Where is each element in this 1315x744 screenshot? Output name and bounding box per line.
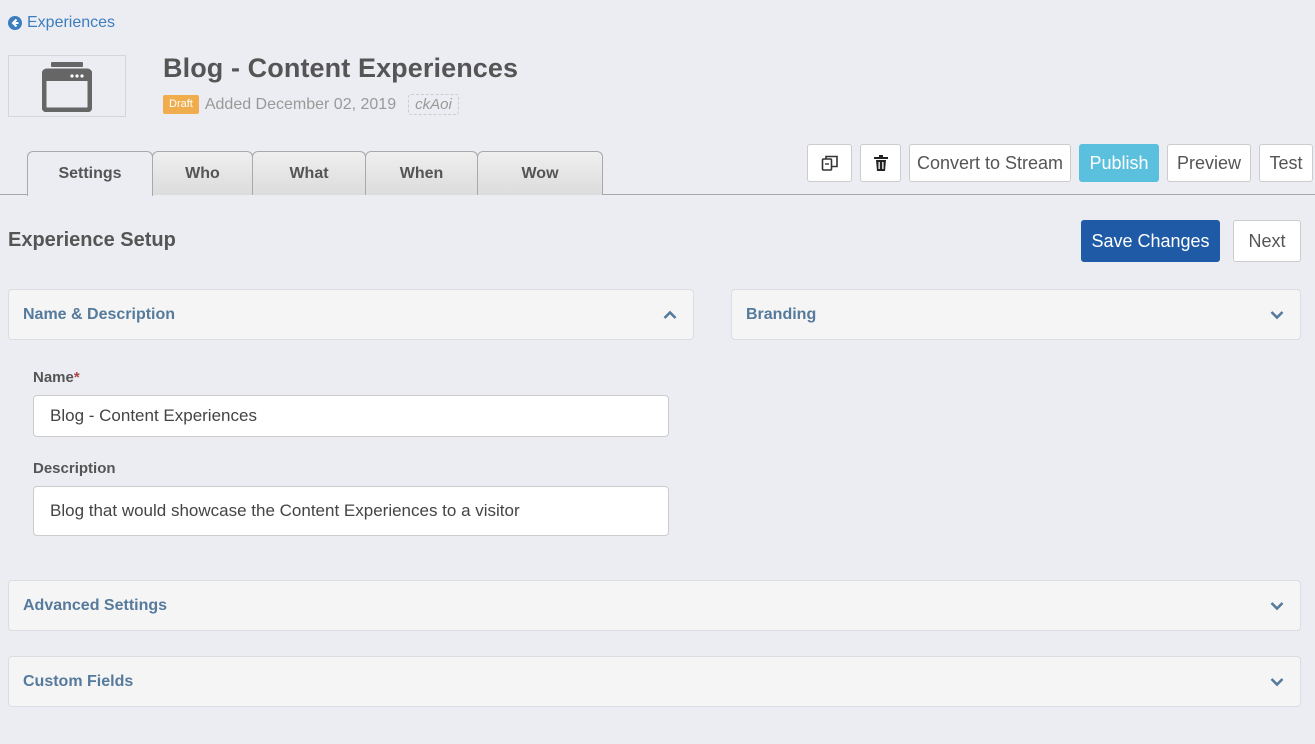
experience-thumbnail bbox=[8, 55, 126, 117]
panel-label: Custom Fields bbox=[23, 672, 134, 690]
experience-code: ckAoi bbox=[408, 94, 459, 115]
page-title: Blog - Content Experiences bbox=[163, 53, 519, 83]
panel-label: Branding bbox=[746, 305, 817, 323]
tab-when[interactable]: When bbox=[365, 151, 478, 195]
section-title: Experience Setup bbox=[8, 229, 176, 251]
description-field-label: Description bbox=[33, 460, 116, 477]
name-input[interactable]: Blog - Content Experiences bbox=[33, 395, 669, 437]
delete-button[interactable] bbox=[860, 144, 901, 182]
back-link-label: Experiences bbox=[27, 14, 116, 31]
chevron-down-icon bbox=[1268, 673, 1286, 691]
trash-icon bbox=[873, 155, 888, 171]
tab-what[interactable]: What bbox=[252, 151, 366, 195]
convert-to-stream-button[interactable]: Convert to Stream bbox=[909, 144, 1071, 182]
tab-settings[interactable]: Settings bbox=[27, 151, 153, 196]
chevron-up-icon bbox=[661, 306, 679, 324]
arrow-left-circle-icon bbox=[8, 16, 22, 30]
save-changes-button[interactable]: Save Changes bbox=[1081, 220, 1220, 262]
required-mark: * bbox=[73, 369, 80, 386]
panel-label: Advanced Settings bbox=[23, 596, 168, 614]
duplicate-button[interactable] bbox=[807, 144, 852, 182]
panel-label: Name & Description bbox=[23, 305, 176, 323]
panel-custom-fields[interactable]: Custom Fields bbox=[8, 656, 1301, 707]
added-date: Added December 02, 2019 bbox=[204, 95, 397, 113]
chevron-down-icon bbox=[1268, 597, 1286, 615]
next-button[interactable]: Next bbox=[1233, 220, 1301, 262]
panel-name-description[interactable]: Name & Description bbox=[8, 289, 694, 340]
tab-wow[interactable]: Wow bbox=[477, 151, 603, 195]
panel-branding[interactable]: Branding bbox=[731, 289, 1301, 340]
browser-window-icon bbox=[42, 62, 92, 112]
copy-icon bbox=[821, 155, 838, 171]
tab-who[interactable]: Who bbox=[152, 151, 253, 195]
publish-button[interactable]: Publish bbox=[1079, 144, 1159, 182]
name-label-text: Name bbox=[33, 369, 74, 386]
test-button[interactable]: Test bbox=[1259, 144, 1313, 182]
name-field-label: Name* bbox=[33, 369, 80, 386]
description-textarea[interactable]: Blog that would showcase the Content Exp… bbox=[33, 486, 669, 536]
preview-button[interactable]: Preview bbox=[1167, 144, 1251, 182]
back-to-experiences-link[interactable]: Experiences bbox=[8, 14, 115, 32]
panel-advanced-settings[interactable]: Advanced Settings bbox=[8, 580, 1301, 631]
experience-meta: Draft Added December 02, 2019 ckAoi bbox=[163, 94, 459, 115]
chevron-down-icon bbox=[1268, 306, 1286, 324]
status-badge: Draft bbox=[163, 95, 199, 114]
